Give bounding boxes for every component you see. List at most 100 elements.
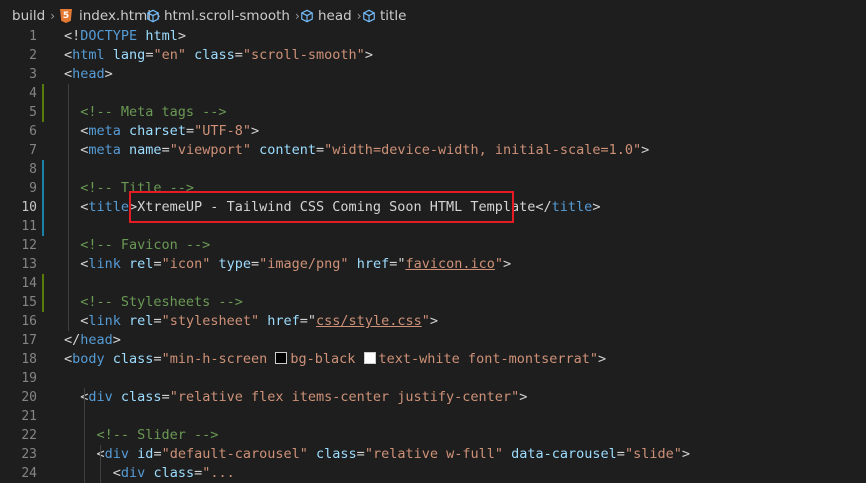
code-token: title <box>88 199 130 215</box>
code-token: link <box>88 313 121 329</box>
code-token: DOCTYPE <box>80 28 138 44</box>
code-line[interactable]: 21 <box>0 407 866 426</box>
code-token: = <box>153 256 162 272</box>
code-token: <!-- Stylesheets --> <box>80 294 243 310</box>
code-token: > <box>112 332 121 348</box>
code-token: = <box>251 256 260 272</box>
line-number: 20 <box>21 390 37 405</box>
code-line[interactable]: 16 <link rel="stylesheet" href="css/styl… <box>0 312 866 331</box>
code-text: <div class="relative flex items-center j… <box>64 388 527 407</box>
line-number: 16 <box>21 314 37 329</box>
code-line[interactable]: 4 <box>0 84 866 103</box>
code-line[interactable]: 18 <body class="min-h-screen bg-black tex… <box>0 350 866 369</box>
code-line[interactable]: 22 <!-- Slider --> <box>0 426 866 445</box>
code-text: <link rel="icon" type="image/png" href="… <box>64 255 511 274</box>
git-change-marker[interactable] <box>42 274 44 312</box>
code-token: charset <box>129 123 186 139</box>
code-line[interactable]: 15 <!-- Stylesheets --> <box>0 293 866 312</box>
code-token: =" <box>389 256 406 272</box>
code-token: > <box>503 256 512 272</box>
color-swatch-icon[interactable] <box>363 352 376 364</box>
code-token: = <box>316 142 325 158</box>
code-token: rel <box>129 313 154 329</box>
breadcrumb-item-0[interactable]: build › <box>12 8 60 24</box>
code-token: text-white font-montserrat" <box>378 351 598 367</box>
code-token: bg-black <box>290 351 364 367</box>
code-line[interactable]: 13 <link rel="icon" type="image/png" hre… <box>0 255 866 274</box>
code-token: html <box>145 28 178 44</box>
code-token: content <box>259 142 317 158</box>
code-line[interactable]: 3 <head> <box>0 65 866 84</box>
code-token: div <box>120 465 146 481</box>
code-line[interactable]: 11 <box>0 217 866 236</box>
line-number: 19 <box>21 371 37 386</box>
code-line[interactable]: 10 <title>XtremeUP - Tailwind CSS Coming… <box>0 198 866 217</box>
code-text: <meta charset="UTF-8"> <box>64 122 259 141</box>
code-token: id <box>137 446 154 462</box>
code-text: </head> <box>64 331 121 350</box>
code-line[interactable]: 12 <!-- Favicon --> <box>0 236 866 255</box>
code-token: class <box>112 351 154 367</box>
code-token: <!-- Slider --> <box>96 427 219 443</box>
line-number: 11 <box>21 219 37 234</box>
element-cube-icon <box>363 9 375 23</box>
code-text: <!-- Slider --> <box>64 426 219 445</box>
code-token: "en" <box>153 47 186 63</box>
code-text: <html lang="en" class="scroll-smooth"> <box>64 46 373 65</box>
code-line[interactable]: 2 <html lang="en" class="scroll-smooth"> <box>0 46 866 65</box>
indent-guide <box>100 445 101 483</box>
code-token: > <box>251 123 260 139</box>
code-text: <!-- Meta tags --> <box>64 103 226 122</box>
line-number: 8 <box>29 162 37 177</box>
breadcrumb-item-3[interactable]: head › <box>300 8 367 24</box>
color-swatch-icon[interactable] <box>275 352 288 364</box>
code-line[interactable]: 7 <meta name="viewport" content="width=d… <box>0 141 866 160</box>
code-token: <! <box>64 28 81 44</box>
code-line[interactable]: 24 <div class="... <box>0 464 866 483</box>
code-line[interactable]: 1 <!DOCTYPE html> <box>0 27 866 46</box>
code-token: class <box>316 446 357 462</box>
code-line[interactable]: 23 <div id="default-carousel" class="rel… <box>0 445 866 464</box>
code-token: > <box>519 389 528 405</box>
code-token: title <box>551 199 593 215</box>
code-token: < <box>64 465 121 481</box>
code-line[interactable]: 5 <!-- Meta tags --> <box>0 103 866 122</box>
line-number: 21 <box>21 409 37 424</box>
line-number: 4 <box>29 86 37 101</box>
code-token: > <box>597 351 607 367</box>
code-line[interactable]: 20 <div class="relative flex items-cente… <box>0 388 866 407</box>
code-token: href <box>356 256 390 272</box>
line-number: 5 <box>29 105 37 120</box>
git-change-marker[interactable] <box>42 160 44 236</box>
code-text: <div id="default-carousel" class="relati… <box>64 445 690 464</box>
line-number: 14 <box>21 276 37 291</box>
indent-guide <box>68 84 69 331</box>
code-line[interactable]: 14 <box>0 274 866 293</box>
code-token: = <box>356 446 365 462</box>
line-number: 1 <box>29 29 37 44</box>
code-line[interactable]: 9 <!-- Title --> <box>0 179 866 198</box>
code-line[interactable]: 19 <box>0 369 866 388</box>
code-token: =" <box>299 313 317 329</box>
code-editor[interactable]: 1 <!DOCTYPE html > 2 <html lang="en" class="… <box>0 27 866 483</box>
code-token: <!-- Title --> <box>80 180 195 196</box>
code-line[interactable]: 17 </head> <box>0 331 866 350</box>
code-line[interactable]: 6 <meta charset="UTF-8"> <box>0 122 866 141</box>
breadcrumb-item-2[interactable]: html.scroll-smooth › <box>146 8 305 24</box>
code-token: = <box>185 123 195 139</box>
chevron-right-icon: › <box>356 9 362 23</box>
breadcrumb-item-4[interactable]: title <box>362 8 406 24</box>
code-line[interactable]: 8 <box>0 160 866 179</box>
git-change-marker[interactable] <box>42 84 44 122</box>
line-number: 24 <box>21 466 37 481</box>
